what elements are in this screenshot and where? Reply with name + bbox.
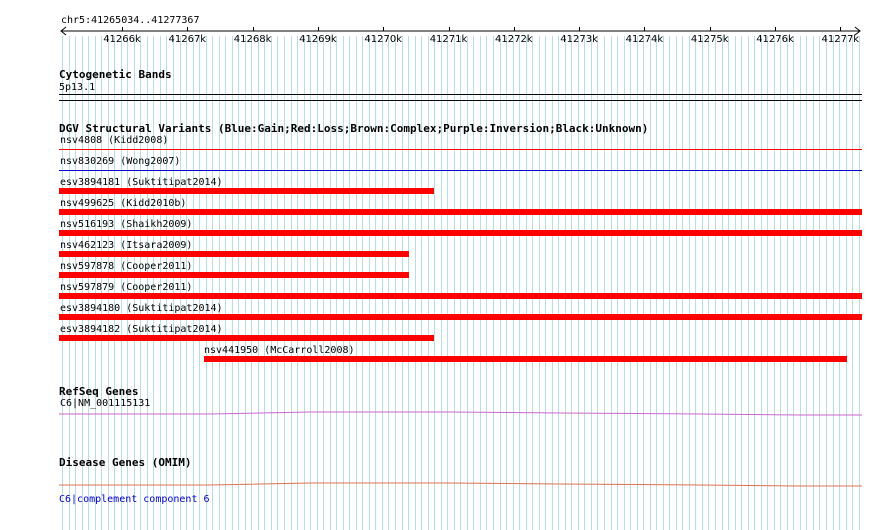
ruler-tick-label: 41266k bbox=[103, 34, 141, 45]
variant-bar-loss[interactable] bbox=[59, 230, 862, 236]
variant-bar-loss[interactable] bbox=[59, 335, 434, 341]
ruler-tick-label: 41276k bbox=[756, 34, 794, 45]
variant-bar-loss[interactable] bbox=[59, 272, 409, 278]
ruler-tick-label: 41272k bbox=[494, 34, 533, 45]
omim-gene-model[interactable] bbox=[0, 476, 890, 490]
ruler-tick-label: 41267k bbox=[168, 34, 207, 45]
refseq-track-title[interactable]: RefSeq Genes bbox=[59, 385, 138, 398]
ruler-tick-label: 41274k bbox=[625, 34, 664, 45]
variant-bar-loss[interactable] bbox=[59, 293, 862, 299]
variant-line-gain[interactable] bbox=[59, 170, 862, 171]
variant-line-loss[interactable] bbox=[59, 149, 862, 150]
variant-label[interactable]: nsv4808 (Kidd2008) bbox=[60, 135, 168, 147]
ruler-tick-label: 41275k bbox=[690, 34, 729, 45]
variant-bar-loss[interactable] bbox=[59, 251, 409, 257]
cytoband-label: 5p13.1 bbox=[59, 82, 96, 93]
cytoband-track-title[interactable]: Cytogenetic Bands bbox=[59, 68, 172, 81]
ruler-tick-label: 41268k bbox=[233, 34, 272, 45]
dgv-track-title[interactable]: DGV Structural Variants (Blue:Gain;Red:L… bbox=[59, 122, 648, 135]
variant-bar-loss[interactable] bbox=[59, 209, 862, 215]
cytoband-line-top bbox=[59, 94, 862, 95]
variant-bar-loss[interactable] bbox=[59, 188, 434, 194]
refseq-gene-model[interactable] bbox=[0, 404, 890, 418]
ruler-tick-label: 41269k bbox=[299, 34, 337, 45]
omim-track-title[interactable]: Disease Genes (OMIM) bbox=[59, 456, 191, 469]
omim-gene-link[interactable]: C6|complement component 6 bbox=[59, 494, 210, 506]
ruler-tick-label: 41273k bbox=[560, 34, 598, 45]
ruler-tick-label: 41271k bbox=[429, 34, 468, 45]
ruler-tick-label: 41277k bbox=[821, 34, 860, 45]
genome-browser-panel: chr5:41265034..41277367 41266k 41267k 4126… bbox=[0, 0, 890, 530]
variant-label[interactable]: nsv830269 (Wong2007) bbox=[60, 156, 180, 168]
variant-bar-loss[interactable] bbox=[59, 314, 862, 320]
ruler-tick-label: 41270k bbox=[364, 34, 402, 45]
variant-bar-loss[interactable] bbox=[204, 356, 847, 362]
cytoband-line-bottom bbox=[59, 100, 862, 101]
